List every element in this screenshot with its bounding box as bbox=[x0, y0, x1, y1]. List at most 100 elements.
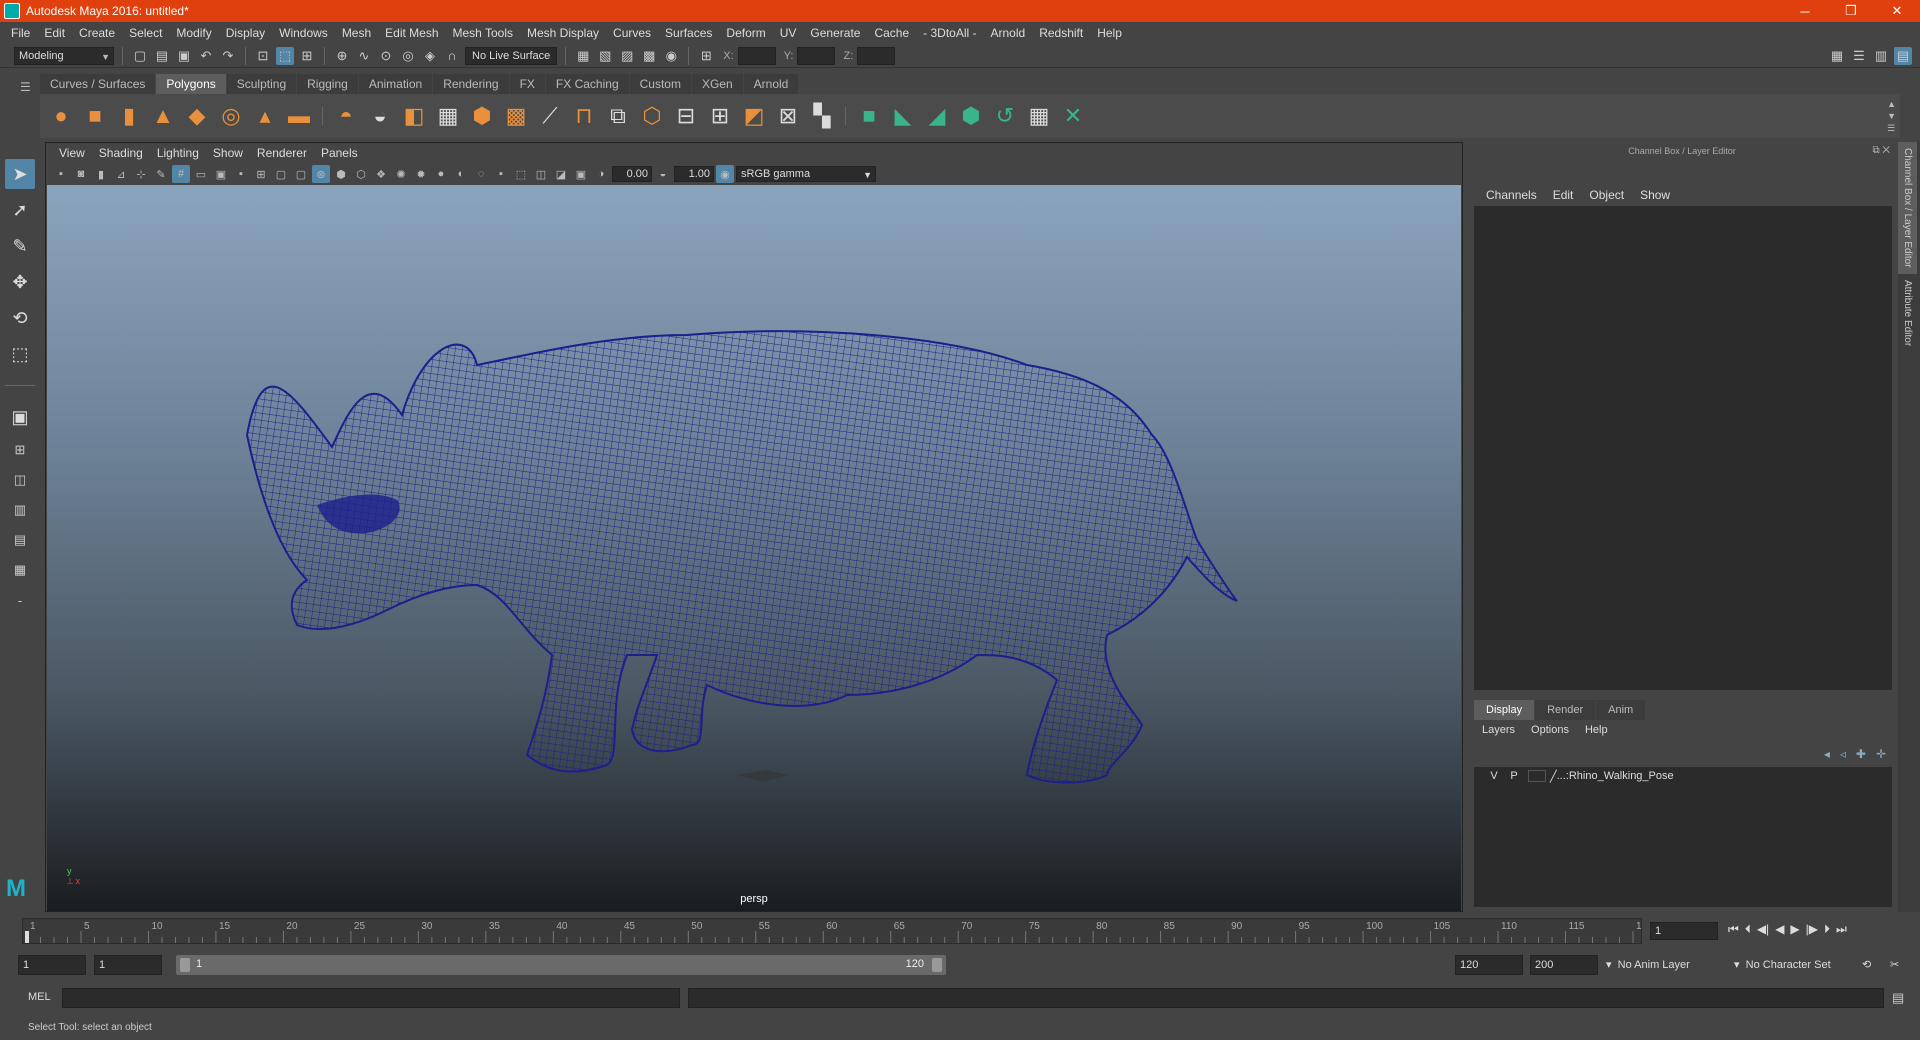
mirror-icon[interactable]: ◩ bbox=[739, 101, 769, 131]
bookmark-icon[interactable]: ▮ bbox=[92, 165, 110, 183]
viewport-menu-view[interactable]: View bbox=[52, 146, 92, 160]
lasso-tool-icon[interactable]: ➚ bbox=[5, 195, 35, 225]
poly-pipe-icon[interactable]: ▬ bbox=[284, 101, 314, 131]
multi-cut-icon[interactable]: ⟋ bbox=[535, 101, 565, 131]
menu-set-dropdown[interactable]: Modeling ▼ bbox=[14, 46, 114, 65]
cut-uv-icon[interactable]: ◣ bbox=[888, 101, 918, 131]
new-empty-layer-icon[interactable]: ✚ bbox=[1856, 747, 1866, 761]
restore-button[interactable]: ❐ bbox=[1828, 0, 1874, 22]
menu-create[interactable]: Create bbox=[72, 26, 122, 40]
y-input[interactable] bbox=[797, 46, 836, 65]
2d-pan-zoom-icon[interactable]: ⊹ bbox=[132, 165, 150, 183]
gamma-icon[interactable]: ◒ bbox=[654, 165, 672, 183]
move-layer-down-icon[interactable]: ◃ bbox=[1840, 747, 1846, 761]
persp-graph-layout-icon[interactable]: ▤ bbox=[5, 528, 35, 552]
merge-icon[interactable]: ⧉ bbox=[603, 101, 633, 131]
step-back-key-icon[interactable]: ◀| bbox=[1757, 922, 1769, 937]
new-scene-icon[interactable]: ▢ bbox=[131, 47, 149, 65]
distort-icon[interactable]: ✕ bbox=[1058, 101, 1088, 131]
wireframe-on-shaded-icon[interactable]: ⬡ bbox=[352, 165, 370, 183]
play-backwards-icon[interactable]: ◀ bbox=[1775, 922, 1784, 937]
field-chart-icon[interactable]: ⊞ bbox=[252, 165, 270, 183]
shelf-tab-xgen[interactable]: XGen bbox=[691, 74, 743, 94]
channel-menu-channels[interactable]: Channels bbox=[1478, 188, 1545, 202]
automatic-uv-icon[interactable]: ▚ bbox=[807, 101, 837, 131]
isolate-select-icon[interactable]: ⬚ bbox=[512, 165, 530, 183]
depth-of-field-icon[interactable]: ▪ bbox=[492, 165, 510, 183]
shelf-tab-rigging[interactable]: Rigging bbox=[297, 74, 358, 94]
shelf-tab-rendering[interactable]: Rendering bbox=[433, 74, 509, 94]
poly-cone-icon[interactable]: ▲ bbox=[148, 101, 178, 131]
step-forward-key-icon[interactable]: |▶ bbox=[1806, 922, 1818, 937]
channel-menu-object[interactable]: Object bbox=[1581, 188, 1632, 202]
snap-curve-icon[interactable]: ∿ bbox=[355, 47, 373, 65]
menu-file[interactable]: File bbox=[4, 26, 37, 40]
select-component-icon[interactable]: ⊞ bbox=[298, 47, 316, 65]
move-tool-icon[interactable]: ✥ bbox=[5, 267, 35, 297]
menu-surfaces[interactable]: Surfaces bbox=[658, 26, 719, 40]
poly-cube-icon[interactable]: ■ bbox=[80, 101, 110, 131]
shelf-tab-arnold[interactable]: Arnold bbox=[743, 74, 799, 94]
planar-uv-icon[interactable]: ⊠ bbox=[773, 101, 803, 131]
use-all-lights-icon[interactable]: ✺ bbox=[392, 165, 410, 183]
rotate-tool-icon[interactable]: ⟲ bbox=[5, 303, 35, 333]
auto-key-icon[interactable]: ⟲ bbox=[1862, 955, 1871, 975]
select-tool-icon[interactable]: ➤ bbox=[5, 159, 35, 189]
menu-select[interactable]: Select bbox=[122, 26, 169, 40]
scene-end-input[interactable]: 200 bbox=[1530, 955, 1598, 975]
redo-icon[interactable]: ↷ bbox=[219, 47, 237, 65]
layer-tab-anim[interactable]: Anim bbox=[1596, 700, 1646, 720]
uv-editor-icon[interactable]: ■ bbox=[854, 101, 884, 131]
layer-name[interactable]: ...:Rhino_Walking_Pose bbox=[1557, 770, 1674, 782]
xray-joints-icon[interactable]: ◪ bbox=[552, 165, 570, 183]
image-plane-icon[interactable]: ⊿ bbox=[112, 165, 130, 183]
current-frame-input[interactable]: 1 bbox=[1650, 922, 1718, 940]
safe-title-icon[interactable]: ▢ bbox=[292, 165, 310, 183]
layer-menu-help[interactable]: Help bbox=[1585, 724, 1608, 736]
time-slider-track[interactable]: 1 5 10 15 20 25 30 35 40 45 50 55 60 65 70 75 80 85 90 95 10… bbox=[22, 918, 1642, 944]
snap-point-icon[interactable]: ⊙ bbox=[377, 47, 395, 65]
layer-menu-layers[interactable]: Layers bbox=[1482, 724, 1515, 736]
smooth-icon[interactable]: ▦ bbox=[433, 101, 463, 131]
menu-arnold[interactable]: Arnold bbox=[984, 26, 1033, 40]
shelf-tab-animation[interactable]: Animation bbox=[358, 74, 433, 94]
persp-outliner-layout-icon[interactable]: ▥ bbox=[5, 498, 35, 522]
menu-windows[interactable]: Windows bbox=[272, 26, 335, 40]
channel-box-area[interactable] bbox=[1474, 206, 1892, 690]
menu-display[interactable]: Display bbox=[219, 26, 272, 40]
shelf-tab-custom[interactable]: Custom bbox=[629, 74, 691, 94]
gate-mask-icon[interactable]: ▪ bbox=[232, 165, 250, 183]
shelf-tab-fx-caching[interactable]: FX Caching bbox=[545, 74, 629, 94]
poly-cylinder-icon[interactable]: ▮ bbox=[114, 101, 144, 131]
side-by-side-layout-icon[interactable]: ◫ bbox=[5, 468, 35, 492]
poly-plane-icon[interactable]: ◆ bbox=[182, 101, 212, 131]
film-gate-icon[interactable]: ▭ bbox=[192, 165, 210, 183]
separate-icon[interactable]: ◒ bbox=[365, 101, 395, 131]
range-end-handle[interactable] bbox=[932, 958, 942, 972]
shelf-tab-polygons[interactable]: Polygons bbox=[156, 74, 226, 94]
menu-redshift[interactable]: Redshift bbox=[1032, 26, 1090, 40]
save-scene-icon[interactable]: ▣ bbox=[175, 47, 193, 65]
shelf-tab-fx[interactable]: FX bbox=[509, 74, 545, 94]
layer-tab-display[interactable]: Display bbox=[1474, 700, 1535, 720]
render-settings-icon[interactable]: ▨ bbox=[618, 47, 636, 65]
color-management-icon[interactable]: ◉ bbox=[716, 165, 734, 183]
view-transform-dropdown[interactable]: sRGB gamma ▼ bbox=[736, 166, 876, 182]
select-hierarchy-icon[interactable]: ⊡ bbox=[254, 47, 272, 65]
range-bar[interactable]: 1 120 bbox=[176, 955, 946, 975]
move-layer-up-icon[interactable]: ◂ bbox=[1824, 747, 1830, 761]
layer-color-swatch[interactable] bbox=[1528, 770, 1546, 782]
script-language-label[interactable]: MEL bbox=[28, 991, 51, 1003]
x-input[interactable] bbox=[737, 46, 776, 65]
bridge-icon[interactable]: ⊓ bbox=[569, 101, 599, 131]
ipr-render-icon[interactable]: ▧ bbox=[596, 47, 614, 65]
layer-row[interactable]: V P ╱ ...:Rhino_Walking_Pose bbox=[1474, 767, 1892, 785]
open-scene-icon[interactable]: ▤ bbox=[153, 47, 171, 65]
sew-uv-icon[interactable]: ◢ bbox=[922, 101, 952, 131]
tool-settings-icon[interactable]: ▥ bbox=[1872, 47, 1890, 65]
snap-view-icon[interactable]: ◎ bbox=[399, 47, 417, 65]
resolution-gate-icon[interactable]: ▣ bbox=[212, 165, 230, 183]
channel-menu-show[interactable]: Show bbox=[1632, 188, 1678, 202]
menu-help[interactable]: Help bbox=[1090, 26, 1129, 40]
layer-menu-options[interactable]: Options bbox=[1531, 724, 1569, 736]
